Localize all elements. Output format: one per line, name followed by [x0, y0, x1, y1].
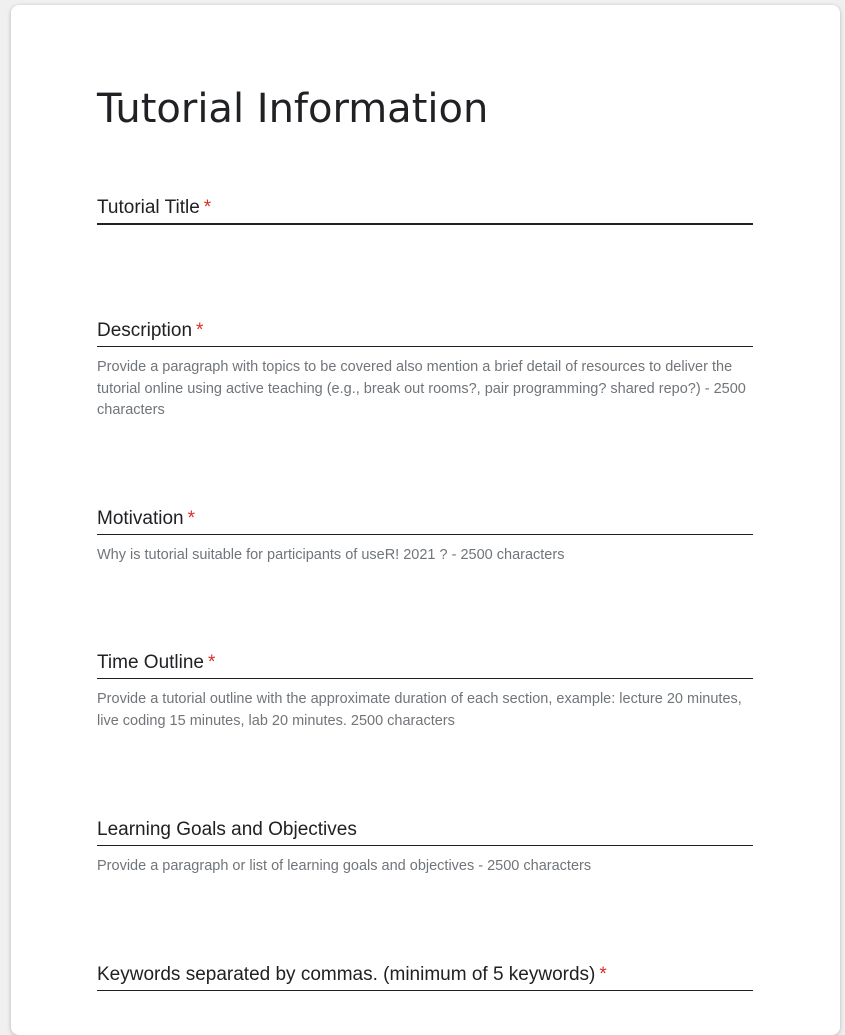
learning-goals-field[interactable]: Learning Goals and Objectives Provide a … [97, 815, 753, 878]
required-asterisk: * [208, 652, 216, 673]
tutorial-title-label[interactable]: Tutorial Title * [97, 193, 753, 223]
motivation-label[interactable]: Motivation * [97, 504, 753, 534]
required-asterisk: * [196, 320, 204, 341]
motivation-help-text: Why is tutorial suitable for participant… [97, 547, 565, 563]
keywords-field[interactable]: Keywords separated by commas. (minimum o… [97, 960, 753, 991]
required-asterisk: * [187, 508, 196, 529]
motivation-field[interactable]: Motivation * Why is tutorial suitable for… [97, 504, 753, 567]
page-title: Tutorial Information [97, 86, 489, 132]
motivation-input-underline[interactable] [97, 534, 753, 535]
tutorial-title-input-underline[interactable] [97, 223, 753, 225]
time-outline-help-text: Provide a tutorial outline with the appr… [97, 691, 742, 729]
description-field[interactable]: Description * Provide a paragraph with to… [97, 316, 753, 422]
learning-goals-help-text: Provide a paragraph or list of learning … [97, 858, 592, 874]
keywords-input-underline[interactable] [97, 990, 753, 991]
required-asterisk: * [203, 197, 212, 218]
time-outline-field[interactable]: Time Outline * Provide a tutorial outline… [97, 648, 753, 732]
learning-goals-label[interactable]: Learning Goals and Objectives [97, 815, 753, 845]
description-label[interactable]: Description * [97, 316, 753, 346]
time-outline-input-underline[interactable] [97, 678, 753, 679]
tutorial-title-field[interactable]: Tutorial Title * [97, 193, 753, 225]
keywords-label[interactable]: Keywords separated by commas. (minimum o… [97, 960, 753, 990]
description-help-text: Provide a paragraph with topics to be co… [97, 359, 746, 418]
description-input-underline[interactable] [97, 346, 753, 347]
time-outline-label[interactable]: Time Outline * [97, 648, 753, 678]
learning-goals-input-underline[interactable] [97, 845, 753, 846]
required-asterisk: * [599, 964, 607, 985]
